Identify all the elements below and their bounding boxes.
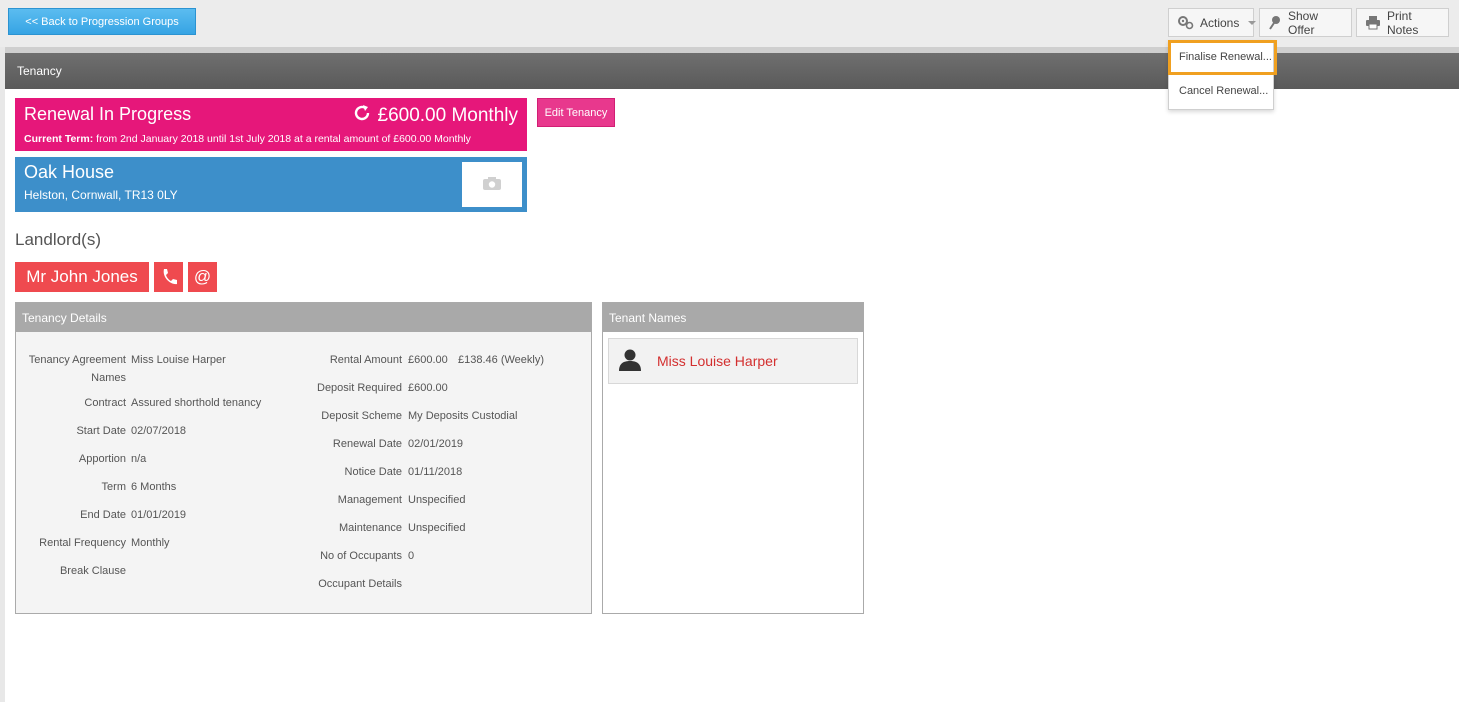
tenant-names-header: Tenant Names [603, 303, 863, 332]
field-value: My Deposits Custodial [408, 410, 518, 422]
field-value: 0 [408, 550, 415, 562]
camera-icon [482, 176, 502, 194]
field-value: Unspecified [408, 522, 466, 534]
field-label: Contract [84, 397, 126, 409]
property-address: Helston, Cornwall, TR13 0LY [24, 188, 178, 202]
actions-dropdown-menu: Finalise Renewal... Cancel Renewal... [1168, 40, 1274, 110]
chevron-down-icon [1248, 20, 1257, 25]
tenancy-details-header: Tenancy Details [16, 303, 591, 332]
field-label: Term [101, 481, 126, 493]
field-value: 6 Months [131, 481, 177, 493]
field-value: 02/07/2018 [131, 425, 187, 437]
back-to-progression-groups-button[interactable]: << Back to Progression Groups [8, 8, 196, 35]
term-label: Current Term: [24, 133, 94, 145]
field-label: Apportion [78, 453, 126, 465]
field-label: Deposit Scheme [321, 410, 402, 422]
property-name: Oak House [24, 162, 115, 182]
field-value: Unspecified [408, 494, 466, 506]
field-value: Monthly [131, 537, 170, 549]
status-title: Renewal In Progress [24, 104, 192, 124]
amount-text: £600.00 Monthly [377, 105, 519, 126]
status-amount: £600.00 Monthly [352, 103, 519, 129]
field-label: Rental Amount [329, 354, 402, 366]
field-label: Maintenance [339, 522, 402, 534]
actions-button[interactable]: Actions [1168, 8, 1257, 37]
landlord-name-button[interactable]: Mr John Jones [15, 262, 149, 292]
field-value: n/a [131, 453, 147, 465]
tenancy-details-panel: Tenancy Details Tenancy Agreement Names … [15, 302, 592, 614]
cancel-renewal-menu-item[interactable]: Cancel Renewal... [1169, 85, 1273, 97]
show-offer-label: Show Offer [1288, 8, 1319, 37]
person-icon [617, 348, 643, 375]
field-value: 01/11/2018 [408, 466, 463, 478]
print-notes-button[interactable]: Print Notes [1356, 8, 1449, 37]
section-title: Tenancy [17, 64, 62, 78]
gears-icon [1177, 15, 1194, 30]
term-text: from 2nd January 2018 until 1st July 201… [96, 133, 471, 145]
actions-label: Actions [1200, 15, 1240, 30]
property-card[interactable]: Oak House Helston, Cornwall, TR13 0LY [15, 157, 527, 212]
field-label: Renewal Date [332, 438, 402, 450]
field-label: Rental Frequency [39, 537, 126, 549]
field-label: Start Date [76, 425, 126, 437]
edit-tenancy-button[interactable]: Edit Tenancy [537, 98, 615, 127]
field-label: End Date [80, 509, 126, 521]
field-label: Management [337, 494, 402, 506]
refresh-icon [352, 103, 372, 129]
property-photo-placeholder [462, 162, 522, 207]
tenant-row[interactable]: Miss Louise Harper [608, 338, 858, 384]
tenant-names-panel: Tenant Names Miss Louise Harper [602, 302, 864, 614]
field-value: Miss Louise Harper [131, 354, 226, 366]
pin-icon [1268, 15, 1282, 30]
field-value: £600.00 [408, 382, 448, 394]
field-label: Deposit Required [317, 382, 402, 394]
field-label: Break Clause [59, 565, 126, 577]
weekly-amount: £138.46 (Weekly) [458, 354, 545, 366]
landlords-heading: Landlord(s) [15, 230, 101, 249]
renewal-status-card: Renewal In Progress £600.00 Monthly Curr… [15, 98, 527, 151]
field-value: £600.00 [408, 354, 448, 366]
current-term: Current Term: from 2nd January 2018 unti… [24, 133, 471, 145]
field-label: No of Occupants [320, 550, 402, 562]
tenant-name: Miss Louise Harper [657, 353, 778, 369]
field-label: Tenancy Agreement Names [28, 354, 126, 384]
show-offer-button[interactable]: Show Offer [1259, 8, 1352, 37]
field-value: Assured shorthold tenancy [131, 397, 262, 409]
phone-icon[interactable] [154, 262, 183, 292]
tenancy-frame: Tenancy Renewal In Progress £600.00 Mont… [5, 47, 1459, 702]
print-notes-label: Print Notes [1387, 8, 1419, 37]
finalise-renewal-menu-item[interactable]: Finalise Renewal... [1169, 51, 1273, 63]
field-label: Notice Date [344, 466, 402, 478]
field-value: 01/01/2019 [131, 509, 187, 521]
email-icon[interactable]: @ [188, 262, 217, 292]
field-value: 02/01/2019 [408, 438, 464, 450]
printer-icon [1365, 15, 1381, 30]
field-label: Occupant Details [318, 578, 402, 590]
